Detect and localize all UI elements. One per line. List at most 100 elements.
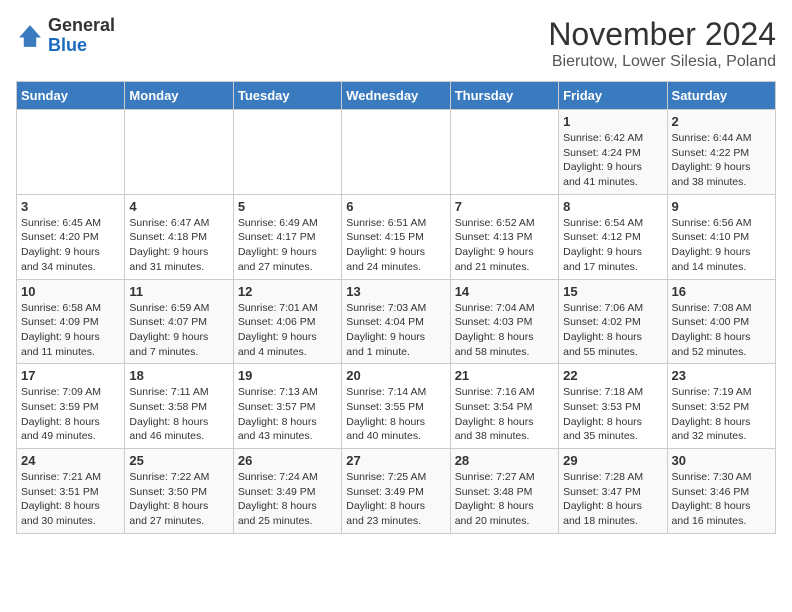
calendar-cell: 2 Sunrise: 6:44 AM Sunset: 4:22 PM Daylig… (667, 110, 775, 195)
logo-text: General Blue (48, 16, 115, 56)
calendar-cell: 13 Sunrise: 7:03 AM Sunset: 4:04 PM Dayli… (342, 279, 450, 364)
day-info: Sunrise: 7:16 AM Sunset: 3:54 PM Dayligh… (455, 385, 554, 444)
calendar-cell: 5 Sunrise: 6:49 AM Sunset: 4:17 PM Daylig… (233, 194, 341, 279)
calendar-cell: 10 Sunrise: 6:58 AM Sunset: 4:09 PM Dayli… (17, 279, 125, 364)
header-cell-friday: Friday (559, 82, 667, 110)
day-info: Sunrise: 7:21 AM Sunset: 3:51 PM Dayligh… (21, 470, 120, 529)
calendar-cell: 25Sunrise: 7:22 AM Sunset: 3:50 PM Dayli… (125, 449, 233, 534)
day-info: Sunrise: 7:13 AM Sunset: 3:57 PM Dayligh… (238, 385, 337, 444)
calendar-body: 1 Sunrise: 6:42 AM Sunset: 4:24 PM Daylig… (17, 110, 776, 534)
day-info: Sunrise: 7:30 AM Sunset: 3:46 PM Dayligh… (672, 470, 771, 529)
day-number: 8 (563, 199, 662, 214)
header-cell-sunday: Sunday (17, 82, 125, 110)
calendar-week-3: 10 Sunrise: 6:58 AM Sunset: 4:09 PM Dayli… (17, 279, 776, 364)
day-number: 1 (563, 114, 662, 129)
calendar-cell: 23Sunrise: 7:19 AM Sunset: 3:52 PM Dayli… (667, 364, 775, 449)
calendar-cell: 16 Sunrise: 7:08 AM Sunset: 4:00 PM Dayli… (667, 279, 775, 364)
calendar-cell: 6 Sunrise: 6:51 AM Sunset: 4:15 PM Daylig… (342, 194, 450, 279)
header: General Blue November 2024 Bierutow, Low… (16, 16, 776, 71)
header-cell-monday: Monday (125, 82, 233, 110)
day-info: Sunrise: 6:47 AM Sunset: 4:18 PM Dayligh… (129, 216, 228, 275)
day-info: Sunrise: 7:04 AM Sunset: 4:03 PM Dayligh… (455, 301, 554, 360)
day-number: 9 (672, 199, 771, 214)
header-cell-tuesday: Tuesday (233, 82, 341, 110)
title-block: November 2024 Bierutow, Lower Silesia, P… (548, 16, 776, 71)
calendar-cell: 8Sunrise: 6:54 AM Sunset: 4:12 PM Daylig… (559, 194, 667, 279)
calendar-cell (450, 110, 558, 195)
day-info: Sunrise: 6:42 AM Sunset: 4:24 PM Dayligh… (563, 131, 662, 190)
day-number: 15 (563, 284, 662, 299)
day-info: Sunrise: 7:27 AM Sunset: 3:48 PM Dayligh… (455, 470, 554, 529)
calendar-cell: 19Sunrise: 7:13 AM Sunset: 3:57 PM Dayli… (233, 364, 341, 449)
calendar-cell: 26Sunrise: 7:24 AM Sunset: 3:49 PM Dayli… (233, 449, 341, 534)
calendar-cell: 15 Sunrise: 7:06 AM Sunset: 4:02 PM Dayli… (559, 279, 667, 364)
day-number: 13 (346, 284, 445, 299)
day-number: 16 (672, 284, 771, 299)
calendar-cell: 27Sunrise: 7:25 AM Sunset: 3:49 PM Dayli… (342, 449, 450, 534)
day-number: 29 (563, 453, 662, 468)
calendar-week-2: 3Sunrise: 6:45 AM Sunset: 4:20 PM Daylig… (17, 194, 776, 279)
day-number: 26 (238, 453, 337, 468)
calendar-cell (17, 110, 125, 195)
day-number: 2 (672, 114, 771, 129)
logo-general-text: General (48, 15, 115, 35)
header-cell-saturday: Saturday (667, 82, 775, 110)
day-info: Sunrise: 6:49 AM Sunset: 4:17 PM Dayligh… (238, 216, 337, 275)
calendar-cell: 29Sunrise: 7:28 AM Sunset: 3:47 PM Dayli… (559, 449, 667, 534)
day-info: Sunrise: 7:06 AM Sunset: 4:02 PM Dayligh… (563, 301, 662, 360)
day-info: Sunrise: 6:52 AM Sunset: 4:13 PM Dayligh… (455, 216, 554, 275)
calendar-header: SundayMondayTuesdayWednesdayThursdayFrid… (17, 82, 776, 110)
calendar-week-1: 1 Sunrise: 6:42 AM Sunset: 4:24 PM Daylig… (17, 110, 776, 195)
day-info: Sunrise: 6:56 AM Sunset: 4:10 PM Dayligh… (672, 216, 771, 275)
day-number: 20 (346, 368, 445, 383)
day-number: 17 (21, 368, 120, 383)
calendar-cell: 18 Sunrise: 7:11 AM Sunset: 3:58 PM Dayli… (125, 364, 233, 449)
calendar-week-4: 17Sunrise: 7:09 AM Sunset: 3:59 PM Dayli… (17, 364, 776, 449)
day-number: 18 (129, 368, 228, 383)
calendar-cell: 30 Sunrise: 7:30 AM Sunset: 3:46 PM Dayli… (667, 449, 775, 534)
day-info: Sunrise: 6:59 AM Sunset: 4:07 PM Dayligh… (129, 301, 228, 360)
day-number: 30 (672, 453, 771, 468)
day-info: Sunrise: 7:14 AM Sunset: 3:55 PM Dayligh… (346, 385, 445, 444)
calendar-cell: 12 Sunrise: 7:01 AM Sunset: 4:06 PM Dayli… (233, 279, 341, 364)
day-info: Sunrise: 6:51 AM Sunset: 4:15 PM Dayligh… (346, 216, 445, 275)
day-number: 24 (21, 453, 120, 468)
day-number: 4 (129, 199, 228, 214)
day-info: Sunrise: 7:25 AM Sunset: 3:49 PM Dayligh… (346, 470, 445, 529)
logo-icon (16, 22, 44, 50)
header-cell-thursday: Thursday (450, 82, 558, 110)
day-number: 6 (346, 199, 445, 214)
calendar-cell (233, 110, 341, 195)
logo-blue-text: Blue (48, 35, 87, 55)
day-number: 5 (238, 199, 337, 214)
calendar-cell: 24 Sunrise: 7:21 AM Sunset: 3:51 PM Dayli… (17, 449, 125, 534)
calendar-cell (342, 110, 450, 195)
calendar-cell: 11 Sunrise: 6:59 AM Sunset: 4:07 PM Dayli… (125, 279, 233, 364)
calendar-cell: 1 Sunrise: 6:42 AM Sunset: 4:24 PM Daylig… (559, 110, 667, 195)
day-number: 12 (238, 284, 337, 299)
calendar-cell: 17Sunrise: 7:09 AM Sunset: 3:59 PM Dayli… (17, 364, 125, 449)
calendar-cell: 3Sunrise: 6:45 AM Sunset: 4:20 PM Daylig… (17, 194, 125, 279)
day-number: 14 (455, 284, 554, 299)
day-info: Sunrise: 7:08 AM Sunset: 4:00 PM Dayligh… (672, 301, 771, 360)
day-info: Sunrise: 7:11 AM Sunset: 3:58 PM Dayligh… (129, 385, 228, 444)
day-number: 11 (129, 284, 228, 299)
day-number: 10 (21, 284, 120, 299)
calendar-cell: 9 Sunrise: 6:56 AM Sunset: 4:10 PM Daylig… (667, 194, 775, 279)
main-title: November 2024 (548, 16, 776, 53)
day-info: Sunrise: 7:18 AM Sunset: 3:53 PM Dayligh… (563, 385, 662, 444)
subtitle: Bierutow, Lower Silesia, Poland (548, 53, 776, 71)
logo: General Blue (16, 16, 115, 56)
calendar-cell: 4 Sunrise: 6:47 AM Sunset: 4:18 PM Daylig… (125, 194, 233, 279)
calendar-cell: 22 Sunrise: 7:18 AM Sunset: 3:53 PM Dayli… (559, 364, 667, 449)
calendar-cell: 21 Sunrise: 7:16 AM Sunset: 3:54 PM Dayli… (450, 364, 558, 449)
day-info: Sunrise: 7:03 AM Sunset: 4:04 PM Dayligh… (346, 301, 445, 360)
day-info: Sunrise: 6:58 AM Sunset: 4:09 PM Dayligh… (21, 301, 120, 360)
day-info: Sunrise: 7:22 AM Sunset: 3:50 PM Dayligh… (129, 470, 228, 529)
day-info: Sunrise: 7:01 AM Sunset: 4:06 PM Dayligh… (238, 301, 337, 360)
day-number: 22 (563, 368, 662, 383)
calendar-week-5: 24 Sunrise: 7:21 AM Sunset: 3:51 PM Dayli… (17, 449, 776, 534)
calendar-cell: 7Sunrise: 6:52 AM Sunset: 4:13 PM Daylig… (450, 194, 558, 279)
day-info: Sunrise: 6:44 AM Sunset: 4:22 PM Dayligh… (672, 131, 771, 190)
day-number: 21 (455, 368, 554, 383)
